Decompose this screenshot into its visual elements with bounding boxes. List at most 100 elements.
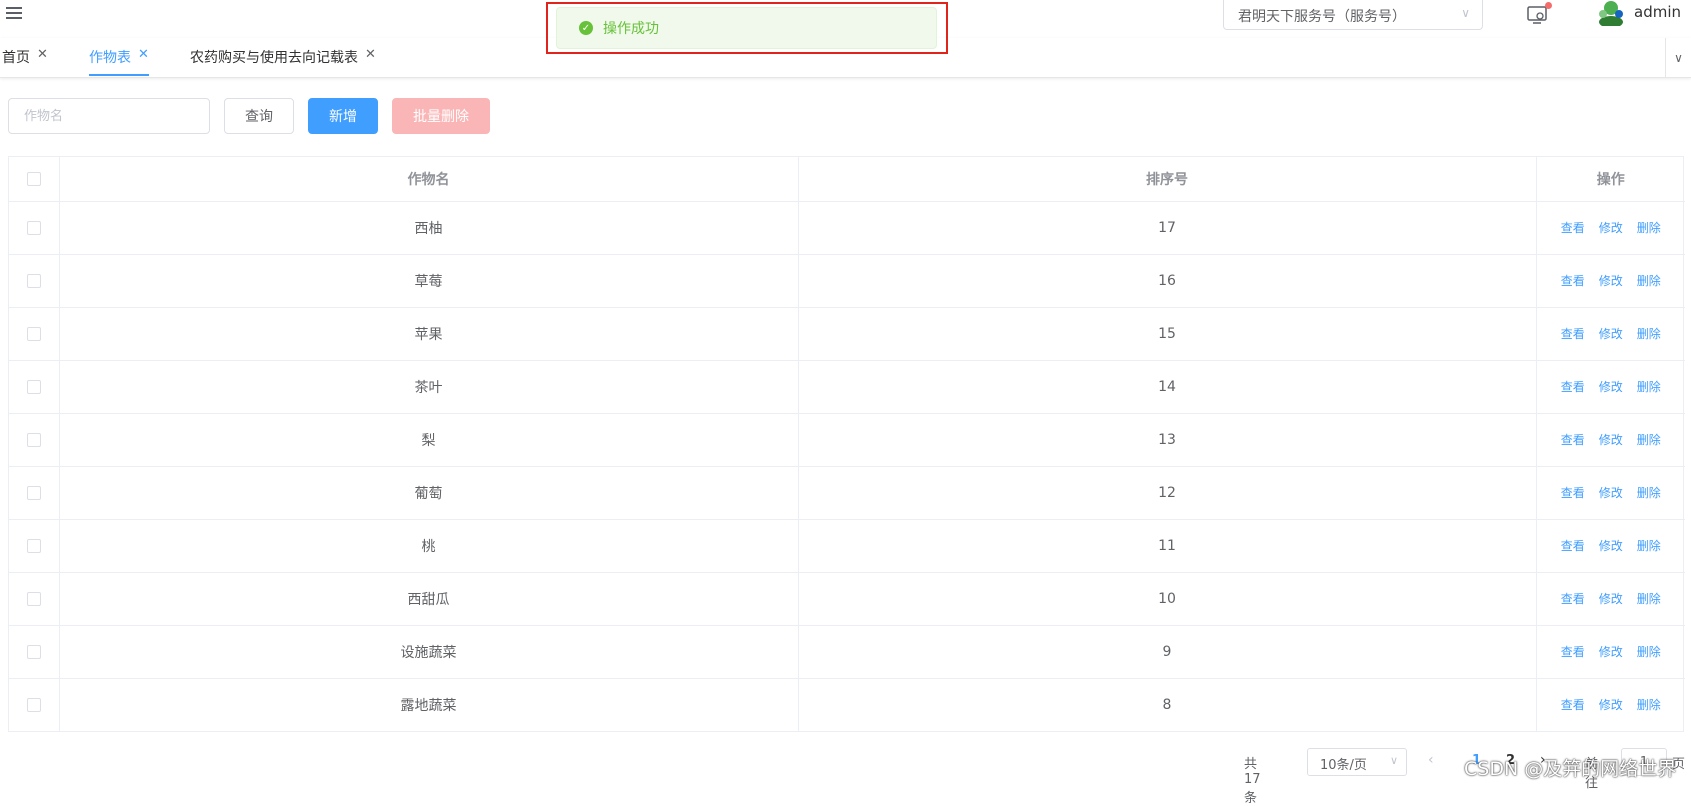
actions-cell: 查看 修改 删除 — [1536, 201, 1685, 255]
row-select-cell — [9, 254, 60, 308]
query-button[interactable]: 查询 — [224, 98, 294, 134]
row-checkbox[interactable] — [26, 432, 41, 447]
delete-link[interactable]: 删除 — [1637, 380, 1661, 394]
edit-link[interactable]: 修改 — [1599, 380, 1623, 394]
prev-page-chevron-icon[interactable]: ‹ — [1428, 752, 1434, 768]
view-link[interactable]: 查看 — [1561, 539, 1585, 553]
crop-name-cell: 茶叶 — [59, 360, 799, 414]
row-checkbox[interactable] — [26, 326, 41, 341]
actions-cell: 查看 修改 删除 — [1536, 625, 1685, 679]
tab-label: 农药购买与使用去向记载表 — [190, 50, 358, 66]
column-header-actions: 操作 — [1536, 157, 1685, 202]
crop-name-cell: 桃 — [59, 519, 799, 573]
edit-link[interactable]: 修改 — [1599, 698, 1623, 712]
crop-name-search-input[interactable] — [8, 98, 210, 134]
actions-cell: 查看 修改 删除 — [1536, 678, 1685, 731]
tab-label: 作物表 — [89, 50, 131, 66]
tabs-more-chevron-icon[interactable]: ∨ — [1665, 38, 1691, 78]
table-row: 西柚 17 查看 修改 删除 — [9, 201, 1685, 255]
tab-home[interactable]: 首页 ✕ — [2, 47, 48, 77]
actions-cell: 查看 修改 删除 — [1536, 572, 1685, 626]
delete-link[interactable]: 删除 — [1637, 274, 1661, 288]
select-all-checkbox[interactable] — [26, 171, 41, 186]
row-checkbox[interactable] — [26, 644, 41, 659]
view-link[interactable]: 查看 — [1561, 433, 1585, 447]
sort-number-cell: 12 — [798, 466, 1537, 520]
view-link[interactable]: 查看 — [1561, 645, 1585, 659]
delete-link[interactable]: 删除 — [1637, 592, 1661, 606]
table-row: 草莓 16 查看 修改 删除 — [9, 254, 1685, 308]
view-link[interactable]: 查看 — [1561, 274, 1585, 288]
column-header-sort-number: 排序号 — [798, 157, 1537, 202]
row-checkbox[interactable] — [26, 591, 41, 606]
row-checkbox[interactable] — [26, 538, 41, 553]
view-link[interactable]: 查看 — [1561, 486, 1585, 500]
row-select-cell — [9, 413, 60, 467]
view-link[interactable]: 查看 — [1561, 327, 1585, 341]
table-header-row: 作物名 排序号 操作 — [9, 157, 1685, 202]
edit-link[interactable]: 修改 — [1599, 433, 1623, 447]
view-link[interactable]: 查看 — [1561, 698, 1585, 712]
edit-link[interactable]: 修改 — [1599, 539, 1623, 553]
hamburger-menu-icon[interactable] — [6, 4, 26, 24]
row-select-cell — [9, 625, 60, 679]
row-checkbox[interactable] — [26, 485, 41, 500]
tab-crop-table[interactable]: 作物表 ✕ — [89, 47, 149, 76]
add-button[interactable]: 新增 — [308, 98, 378, 134]
table-row: 茶叶 14 查看 修改 删除 — [9, 360, 1685, 414]
crop-name-cell: 苹果 — [59, 307, 799, 361]
edit-link[interactable]: 修改 — [1599, 221, 1623, 235]
edit-link[interactable]: 修改 — [1599, 592, 1623, 606]
crop-name-cell: 葡萄 — [59, 466, 799, 520]
row-checkbox[interactable] — [26, 273, 41, 288]
actions-cell: 查看 修改 删除 — [1536, 413, 1685, 467]
message-monitor-icon[interactable] — [1526, 2, 1552, 26]
row-checkbox[interactable] — [26, 697, 41, 712]
page-size-select[interactable]: 10条/页 ∨ — [1307, 748, 1407, 776]
edit-link[interactable]: 修改 — [1599, 486, 1623, 500]
user-name[interactable]: admin — [1634, 3, 1681, 21]
crop-name-cell: 设施蔬菜 — [59, 625, 799, 679]
delete-link[interactable]: 删除 — [1637, 433, 1661, 447]
tab-pesticide-record[interactable]: 农药购买与使用去向记载表 ✕ — [190, 47, 376, 77]
row-checkbox[interactable] — [26, 379, 41, 394]
close-icon[interactable]: ✕ — [37, 47, 48, 62]
edit-link[interactable]: 修改 — [1599, 645, 1623, 659]
row-select-cell — [9, 572, 60, 626]
chevron-down-icon: ∨ — [1461, 6, 1470, 20]
sort-number-cell: 10 — [798, 572, 1537, 626]
batch-delete-button[interactable]: 批量删除 — [392, 98, 490, 134]
delete-link[interactable]: 删除 — [1637, 698, 1661, 712]
row-select-cell — [9, 678, 60, 731]
crop-name-cell: 梨 — [59, 413, 799, 467]
tab-label: 首页 — [2, 50, 30, 66]
row-select-cell — [9, 466, 60, 520]
delete-link[interactable]: 删除 — [1637, 327, 1661, 341]
close-icon[interactable]: ✕ — [138, 47, 149, 62]
view-link[interactable]: 查看 — [1561, 380, 1585, 394]
select-all-cell — [9, 157, 60, 202]
edit-link[interactable]: 修改 — [1599, 274, 1623, 288]
view-link[interactable]: 查看 — [1561, 221, 1585, 235]
service-account-select[interactable]: 君明天下服务号（服务号） ∨ — [1223, 0, 1483, 30]
page-size-value: 10条/页 — [1320, 758, 1367, 773]
edit-link[interactable]: 修改 — [1599, 327, 1623, 341]
toast-message: 操作成功 — [603, 21, 659, 37]
sort-number-cell: 15 — [798, 307, 1537, 361]
table-row: 设施蔬菜 9 查看 修改 删除 — [9, 625, 1685, 679]
table-row: 露地蔬菜 8 查看 修改 删除 — [9, 678, 1685, 731]
row-checkbox[interactable] — [26, 220, 41, 235]
delete-link[interactable]: 删除 — [1637, 539, 1661, 553]
close-icon[interactable]: ✕ — [365, 47, 376, 62]
delete-link[interactable]: 删除 — [1637, 645, 1661, 659]
avatar[interactable] — [1597, 0, 1625, 28]
check-circle-icon: ✓ — [579, 21, 593, 35]
watermark-text: CSDN @及笄的网络世界 — [1464, 758, 1677, 780]
sort-number-cell: 14 — [798, 360, 1537, 414]
delete-link[interactable]: 删除 — [1637, 486, 1661, 500]
view-link[interactable]: 查看 — [1561, 592, 1585, 606]
table-row: 梨 13 查看 修改 删除 — [9, 413, 1685, 467]
row-select-cell — [9, 360, 60, 414]
delete-link[interactable]: 删除 — [1637, 221, 1661, 235]
sort-number-cell: 13 — [798, 413, 1537, 467]
